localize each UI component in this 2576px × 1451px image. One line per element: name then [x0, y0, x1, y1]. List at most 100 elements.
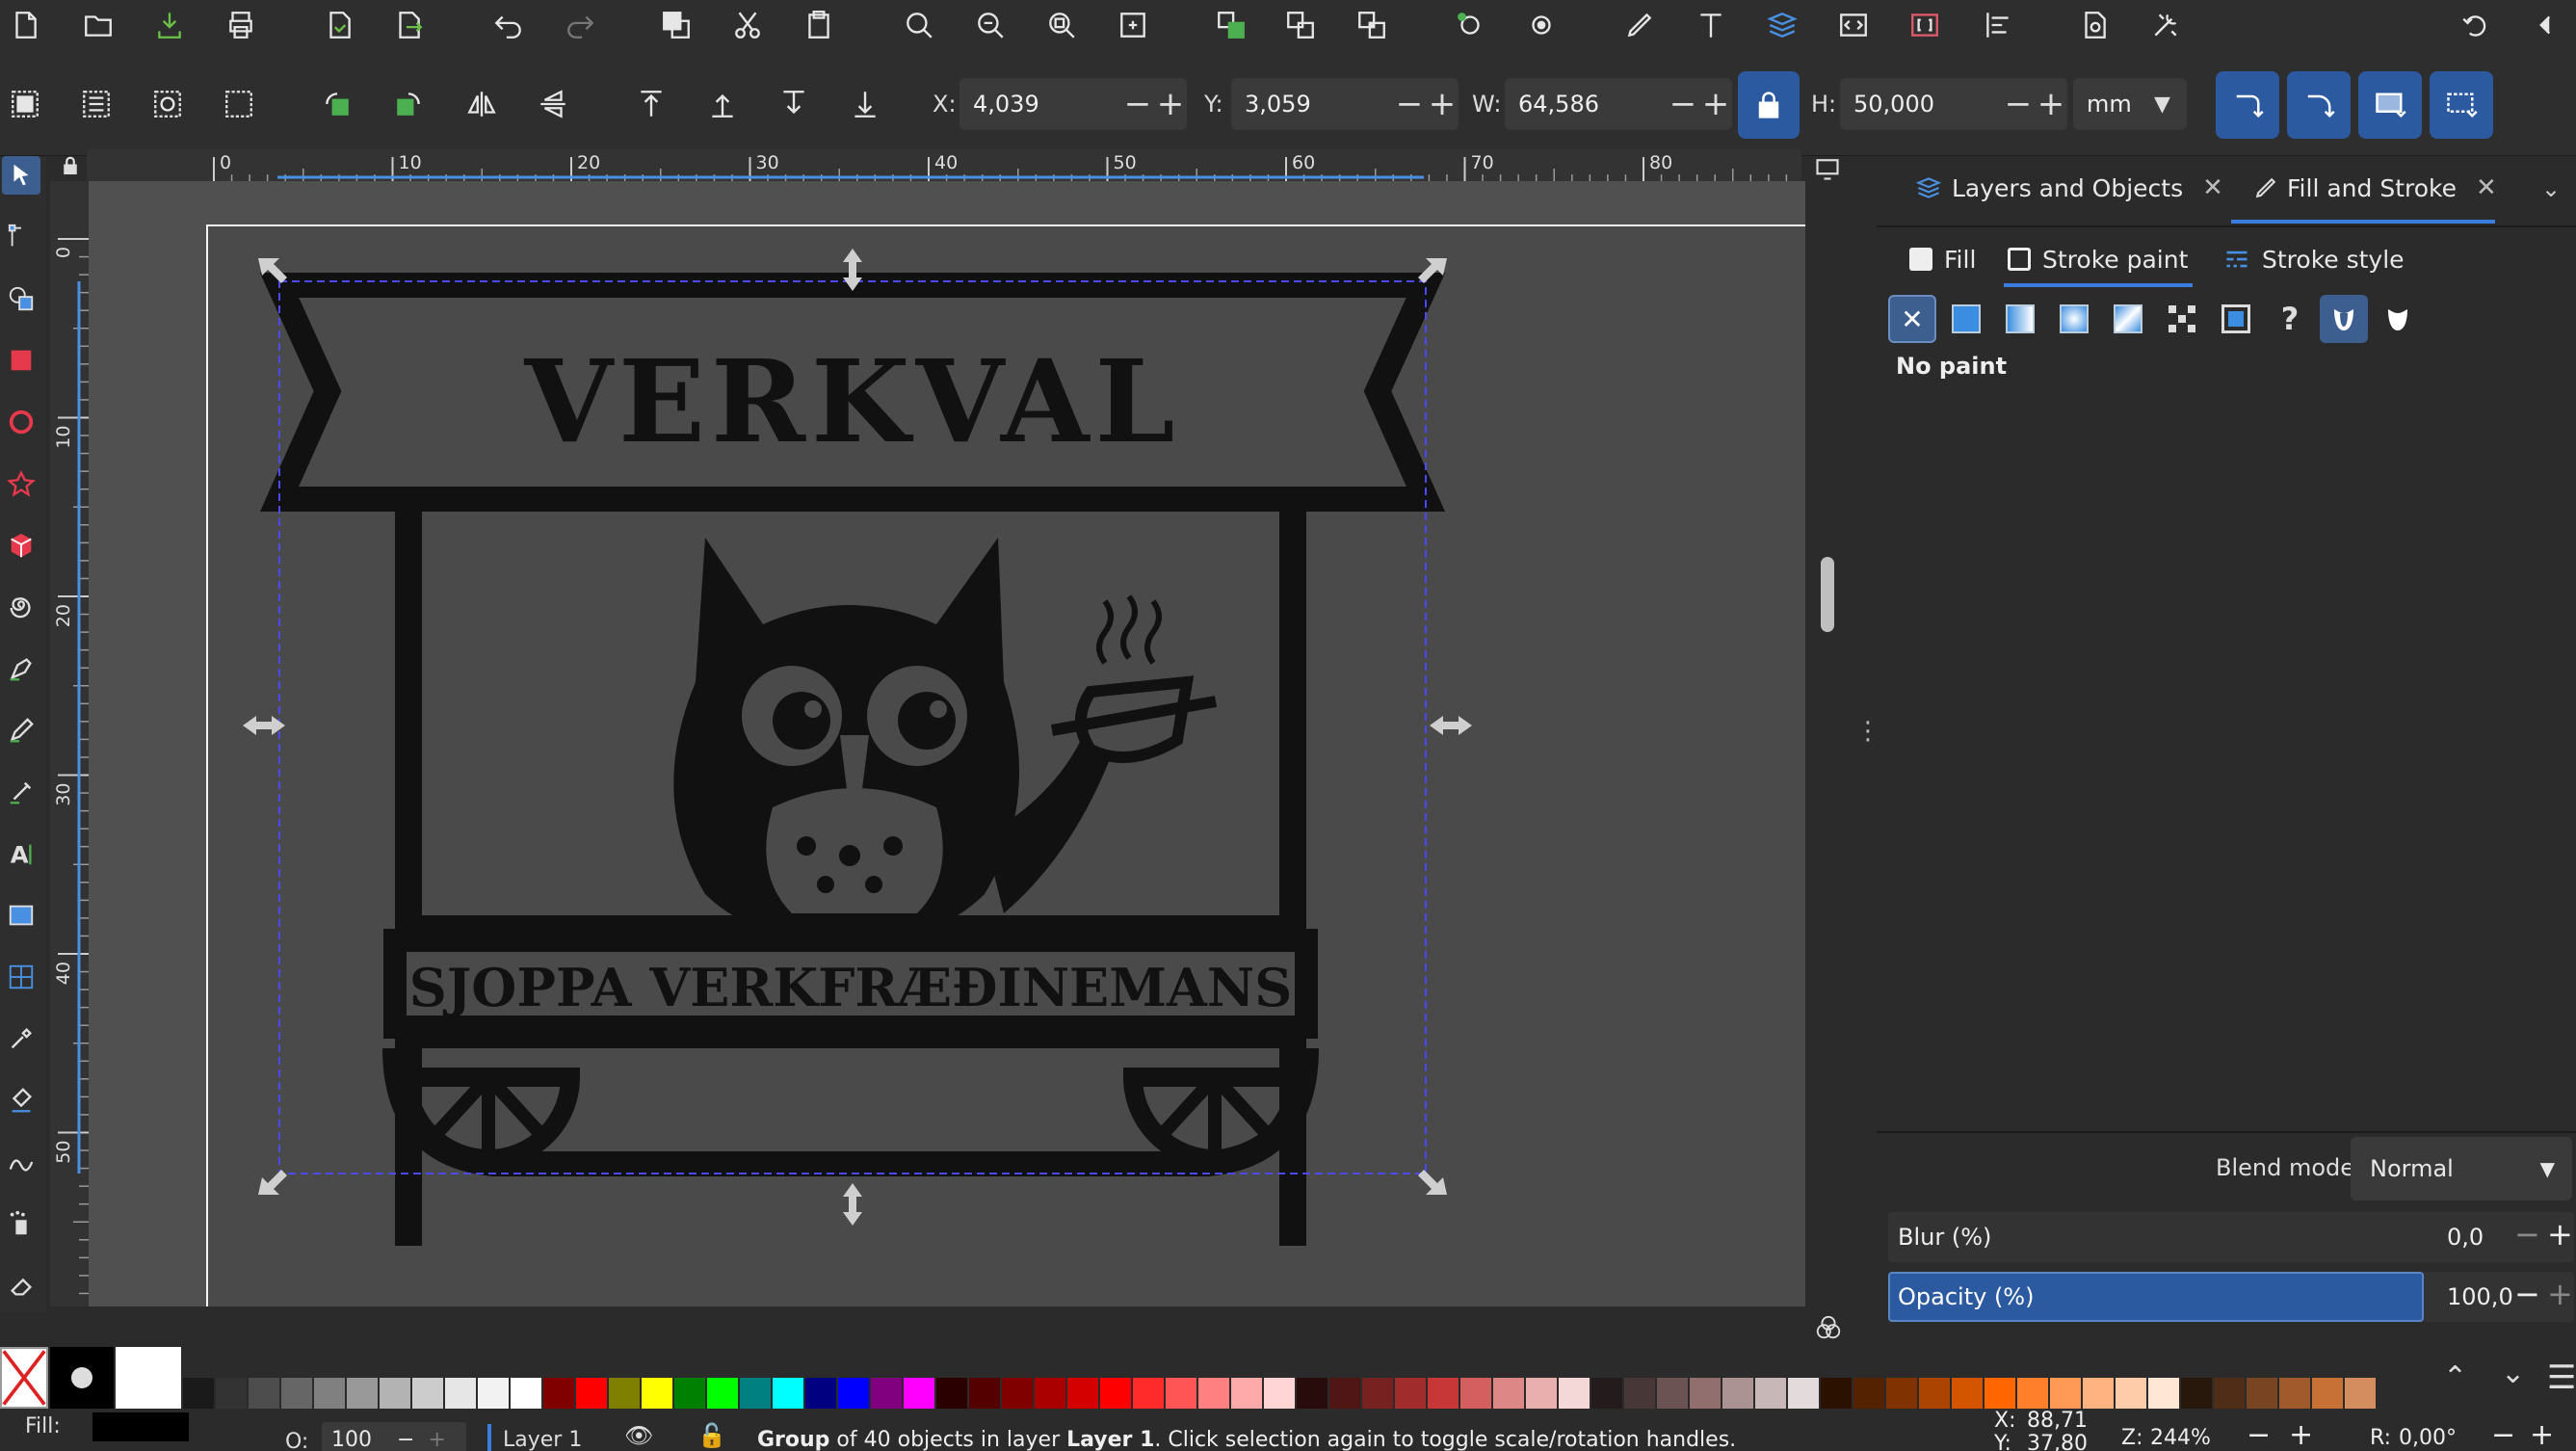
palette-swatch[interactable]	[543, 1378, 574, 1409]
eraser-tool-icon[interactable]	[2, 1266, 40, 1305]
zoom-in-button[interactable]: +	[2289, 1418, 2313, 1451]
open-folder-icon[interactable]	[79, 6, 118, 44]
palette-scroll-down-icon[interactable]: ⌄	[2501, 1357, 2525, 1390]
palette-swatch[interactable]	[2050, 1378, 2081, 1409]
palette-swatch[interactable]	[1657, 1378, 1688, 1409]
w-field[interactable]: 64,586 − +	[1505, 78, 1732, 130]
black-swatch[interactable]	[50, 1347, 114, 1409]
palette-swatch[interactable]	[1853, 1378, 1884, 1409]
undo-icon[interactable]	[489, 6, 528, 44]
h-value[interactable]: 50,000	[1840, 91, 2002, 118]
palette-swatch[interactable]	[511, 1378, 541, 1409]
selector-tool-icon[interactable]	[2, 156, 40, 195]
scale-radii-button[interactable]	[2287, 71, 2351, 139]
palette-swatch[interactable]	[2116, 1378, 2146, 1409]
preferences-icon[interactable]	[2146, 6, 2185, 44]
xml-edit-pen-icon[interactable]	[1620, 6, 1659, 44]
rotate-ccw-icon[interactable]	[318, 85, 356, 123]
h-minus-button[interactable]: −	[2002, 78, 2035, 130]
blur-plus-button[interactable]: +	[2547, 1216, 2573, 1253]
align-distribute-icon[interactable]	[1979, 6, 2017, 44]
tweak-tool-icon[interactable]	[2, 1143, 40, 1181]
vertical-ruler[interactable]: 010203040500	[50, 181, 89, 1306]
zoom-value[interactable]: 244%	[2150, 1426, 2211, 1450]
panel-resize-handle[interactable]: ⋮	[1855, 719, 1880, 757]
pencil-tool-icon[interactable]	[2, 711, 40, 750]
clone-icon[interactable]	[1353, 6, 1391, 44]
zoom-selection-icon[interactable]	[900, 6, 938, 44]
select-all-layers-icon[interactable]	[77, 85, 116, 123]
palette-swatch[interactable]	[2148, 1378, 2179, 1409]
palette-swatch[interactable]	[1460, 1378, 1491, 1409]
palette-swatch[interactable]	[1690, 1378, 1721, 1409]
palette-swatch[interactable]	[281, 1378, 312, 1409]
close-icon[interactable]: ✕	[2476, 173, 2497, 202]
import-bitmap-icon[interactable]	[320, 6, 358, 44]
redo-icon[interactable]	[561, 6, 599, 44]
opacity-minus-button[interactable]: −	[2514, 1276, 2540, 1312]
text-font-icon[interactable]	[1692, 6, 1730, 44]
x-minus-button[interactable]: −	[1121, 78, 1154, 130]
rotation-value[interactable]: 0,00°	[2399, 1426, 2457, 1450]
palette-swatch[interactable]	[2345, 1378, 2376, 1409]
palette-swatch[interactable]	[249, 1378, 279, 1409]
rectangle-tool-icon[interactable]	[2, 341, 40, 380]
canvas[interactable]: VERKVAL SJOPPA VERKFRÆÐINEMANS	[89, 181, 1805, 1306]
y-value[interactable]: 3,059	[1231, 91, 1393, 118]
palette-swatch[interactable]	[576, 1378, 607, 1409]
ellipse-tool-icon[interactable]	[2, 403, 40, 441]
palette-swatch[interactable]	[2083, 1378, 2114, 1409]
palette-swatch[interactable]	[904, 1378, 934, 1409]
flip-horizontal-icon[interactable]	[462, 85, 501, 123]
gradient-tool-icon[interactable]	[2, 896, 40, 935]
w-value[interactable]: 64,586	[1505, 91, 1667, 118]
lower-to-bottom-icon[interactable]	[846, 85, 884, 123]
document-properties-icon[interactable]	[2075, 6, 2114, 44]
palette-swatch[interactable]	[871, 1378, 902, 1409]
select-same-icon[interactable]	[148, 85, 187, 123]
selectors-icon[interactable]	[1906, 6, 1944, 44]
palette-swatch[interactable]	[183, 1378, 214, 1409]
palette-swatch[interactable]	[1559, 1378, 1590, 1409]
node-tool-icon[interactable]	[2, 218, 40, 256]
w-minus-button[interactable]: −	[1667, 78, 1699, 130]
rotate-minus-button[interactable]: −	[2491, 1418, 2515, 1451]
palette-swatch[interactable]	[1788, 1378, 1819, 1409]
scale-stroke-button[interactable]	[2216, 71, 2279, 139]
current-layer[interactable]: Layer 1	[503, 1428, 582, 1451]
xml-editor-icon[interactable]	[1834, 6, 1873, 44]
blur-slider[interactable]: Blur (%) 0,0 − +	[1888, 1212, 2574, 1262]
palette-swatch[interactable]	[740, 1378, 771, 1409]
palette-swatch[interactable]	[1264, 1378, 1295, 1409]
palette-swatch[interactable]	[2312, 1378, 2343, 1409]
palette-swatch[interactable]	[1166, 1378, 1196, 1409]
palette-swatch[interactable]	[1985, 1378, 2015, 1409]
layers-icon[interactable]	[1763, 6, 1801, 44]
calligraphy-tool-icon[interactable]	[2, 773, 40, 811]
palette-swatch[interactable]	[969, 1378, 1000, 1409]
ruler-lock-icon[interactable]	[54, 149, 87, 181]
ungroup-icon[interactable]	[1281, 6, 1320, 44]
palette-swatch[interactable]	[2279, 1378, 2310, 1409]
cut-icon[interactable]	[728, 6, 767, 44]
lower-icon[interactable]	[775, 85, 813, 123]
palette-menu-icon[interactable]: ☰	[2547, 1359, 2576, 1397]
zoom-out-button[interactable]: −	[2247, 1418, 2271, 1451]
palette-swatch[interactable]	[1329, 1378, 1360, 1409]
x-field[interactable]: 4,039 − +	[959, 78, 1187, 130]
spiral-tool-icon[interactable]	[2, 588, 40, 626]
palette-swatch[interactable]	[1624, 1378, 1655, 1409]
palette-swatch[interactable]	[380, 1378, 410, 1409]
palette-swatch[interactable]	[707, 1378, 738, 1409]
palette-swatch[interactable]	[1493, 1378, 1524, 1409]
palette-swatch[interactable]	[2017, 1378, 2048, 1409]
palette-swatch[interactable]	[1133, 1378, 1164, 1409]
snap-toggle-icon[interactable]	[2457, 6, 2495, 44]
palette-swatch[interactable]	[805, 1378, 836, 1409]
display-mode-icon[interactable]	[1811, 154, 1844, 183]
close-icon[interactable]: ✕	[2202, 173, 2223, 202]
palette-swatch[interactable]	[1919, 1378, 1950, 1409]
status-opacity-field[interactable]: 100− +	[322, 1422, 466, 1451]
palette-swatch[interactable]	[1886, 1378, 1917, 1409]
spray-tool-icon[interactable]	[2, 1204, 40, 1243]
